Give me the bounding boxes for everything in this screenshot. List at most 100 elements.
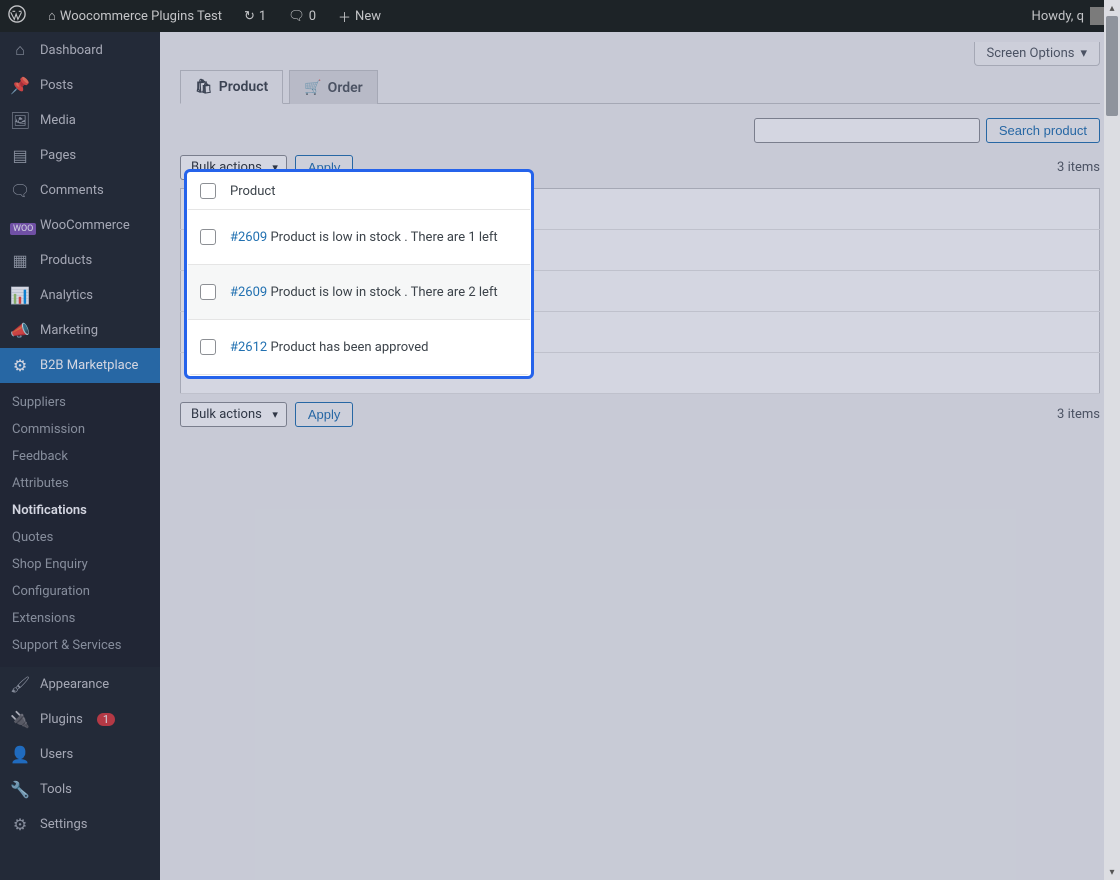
bulk-actions-select-bottom[interactable]: Bulk actions (180, 402, 287, 427)
product-tab-icon: 🛍 (195, 79, 213, 95)
dashboard-icon: ⌂ (10, 40, 30, 60)
sidebar-item-label: Media (40, 113, 76, 128)
analytics-icon: 📊 (10, 286, 30, 305)
row-checkbox[interactable] (200, 229, 216, 245)
update-badge: 1 (97, 713, 115, 726)
scroll-down-button[interactable]: ▾ (1104, 864, 1120, 880)
search-button[interactable]: Search product (986, 118, 1100, 143)
sidebar-item-plugins[interactable]: 🔌 Plugins 1 (0, 702, 160, 737)
scroll-thumb[interactable] (1106, 16, 1118, 116)
sidebar-item-woocommerce[interactable]: WOOWooCommerce (0, 208, 160, 243)
sidebar-item-posts[interactable]: 📌 Posts (0, 68, 160, 103)
notification-link[interactable]: #2609 (230, 230, 267, 245)
comments-count: 0 (309, 9, 316, 24)
sidebar-item-label: B2B Marketplace (40, 358, 138, 373)
sidebar-item-label: Appearance (40, 677, 109, 692)
comments-icon: 🗨 (10, 181, 30, 200)
new-content-link[interactable]: ＋ New (330, 0, 389, 32)
sidebar-item-tools[interactable]: 🔧 Tools (0, 772, 160, 807)
admin-sidebar: ⌂ Dashboard 📌 Posts 🖼 Media ▤ Pages 🗨 Comments WOO… (0, 32, 160, 880)
submenu-item-attributes[interactable]: Attributes (0, 470, 160, 497)
row-checkbox[interactable] (200, 284, 216, 300)
sidebar-item-media[interactable]: 🖼 Media (0, 103, 160, 138)
sidebar-item-label: Products (40, 253, 92, 268)
comments-link[interactable]: 🗨 0 (280, 0, 324, 32)
highlight-content: Product #2609 Product is low in stock . … (188, 173, 530, 375)
comment-icon: 🗨 (288, 9, 305, 24)
tab-order[interactable]: 🛒Order (289, 70, 377, 104)
b2b marketplace-icon: ⚙ (10, 356, 30, 375)
marketing-icon: 📣 (10, 321, 30, 340)
submenu-item-configuration[interactable]: Configuration (0, 578, 160, 605)
sidebar-item-label: Users (40, 747, 73, 762)
table-row: #2612 Product has been approved (188, 320, 530, 375)
plus-icon: ＋ (338, 7, 351, 26)
tab-product[interactable]: 🛍 Product (180, 70, 283, 104)
sidebar-item-settings[interactable]: ⚙Settings (0, 807, 160, 842)
submenu-item-quotes[interactable]: Quotes (0, 524, 160, 551)
notification-text: Product is low in stock . There are 2 le… (267, 285, 497, 300)
new-label: New (355, 9, 381, 24)
sidebar-item-label: Posts (40, 78, 73, 93)
submenu-item-feedback[interactable]: Feedback (0, 443, 160, 470)
notification-text: Product has been approved (267, 340, 428, 355)
media-icon: 🖼 (10, 111, 30, 130)
item-count-top: 3 items (1057, 160, 1100, 175)
notification-link[interactable]: #2609 (230, 285, 267, 300)
sidebar-item-label: Plugins (40, 712, 83, 727)
site-name-link[interactable]: ⌂ Woocommerce Plugins Test (40, 0, 230, 32)
wp-logo[interactable] (0, 0, 34, 32)
settings-icon: ⚙ (10, 815, 30, 834)
tab-label: Order (328, 80, 363, 96)
submenu-item-support-services[interactable]: Support & Services (0, 632, 160, 659)
woo-icon: WOO (10, 216, 30, 235)
sidebar-item-users[interactable]: 👤Users (0, 737, 160, 772)
tab-bar: 🛍 Product 🛒Order (180, 70, 1100, 104)
hl-select-all-checkbox[interactable] (200, 183, 216, 199)
refresh-icon: ↻ (244, 9, 255, 24)
updates-link[interactable]: ↻ 1 (236, 0, 274, 32)
howdy-text: Howdy, q (1032, 9, 1084, 24)
sidebar-item-label: Comments (40, 183, 104, 198)
scroll-up-button[interactable]: ▴ (1104, 0, 1120, 16)
sidebar-item-label: Marketing (40, 323, 98, 338)
notification-text: Product is low in stock . There are 1 le… (267, 230, 497, 245)
sidebar-item-analytics[interactable]: 📊Analytics (0, 278, 160, 313)
notification-link[interactable]: #2612 (230, 340, 267, 355)
sidebar-item-marketing[interactable]: 📣 Marketing (0, 313, 160, 348)
apply-button-bottom[interactable]: Apply (295, 402, 354, 427)
sidebar-item-b2b-marketplace[interactable]: ⚙ B2B Marketplace (0, 348, 160, 383)
submenu-item-extensions[interactable]: Extensions (0, 605, 160, 632)
sidebar-item-comments[interactable]: 🗨 Comments (0, 173, 160, 208)
sidebar-item-appearance[interactable]: 🖌 Appearance (0, 667, 160, 702)
sidebar-item-products[interactable]: ▦ Products (0, 243, 160, 278)
plugins-icon: 🔌 (10, 710, 30, 729)
toolbar-account[interactable]: Howdy, q (1032, 7, 1112, 25)
products-icon: ▦ (10, 251, 30, 270)
submenu-item-suppliers[interactable]: Suppliers (0, 389, 160, 416)
screen-options-label: Screen Options (987, 46, 1075, 61)
row-checkbox[interactable] (200, 339, 216, 355)
submenu-item-notifications[interactable]: Notifications (0, 497, 160, 524)
table-row: #2609 Product is low in stock . There ar… (188, 265, 530, 320)
item-count-bottom: 3 items (1057, 407, 1100, 422)
vertical-scrollbar[interactable]: ▴ ▾ (1104, 0, 1120, 880)
tools-icon: 🔧 (10, 780, 30, 799)
tab-label: Product (219, 79, 268, 95)
screen-options-button[interactable]: Screen Options ▾ (974, 42, 1101, 66)
appearance-icon: 🖌 (10, 675, 30, 694)
sidebar-item-label: Pages (40, 148, 76, 163)
sidebar-item-label: Dashboard (40, 43, 103, 58)
submenu-item-commission[interactable]: Commission (0, 416, 160, 443)
sidebar-item-label: Tools (40, 782, 72, 797)
admin-toolbar: ⌂ Woocommerce Plugins Test ↻ 1 🗨 0 ＋ New… (0, 0, 1120, 32)
search-input[interactable] (754, 118, 980, 143)
page-body: Screen Options ▾ 🛍 Product 🛒Order Search p… (160, 32, 1120, 880)
hl-header: Product (230, 184, 275, 199)
submenu-item-shop-enquiry[interactable]: Shop Enquiry (0, 551, 160, 578)
posts-icon: 📌 (10, 76, 30, 95)
table-row: #2609 Product is low in stock . There ar… (188, 210, 530, 265)
sidebar-item-dashboard[interactable]: ⌂ Dashboard (0, 32, 160, 68)
sidebar-item-pages[interactable]: ▤ Pages (0, 138, 160, 173)
pages-icon: ▤ (10, 146, 30, 165)
